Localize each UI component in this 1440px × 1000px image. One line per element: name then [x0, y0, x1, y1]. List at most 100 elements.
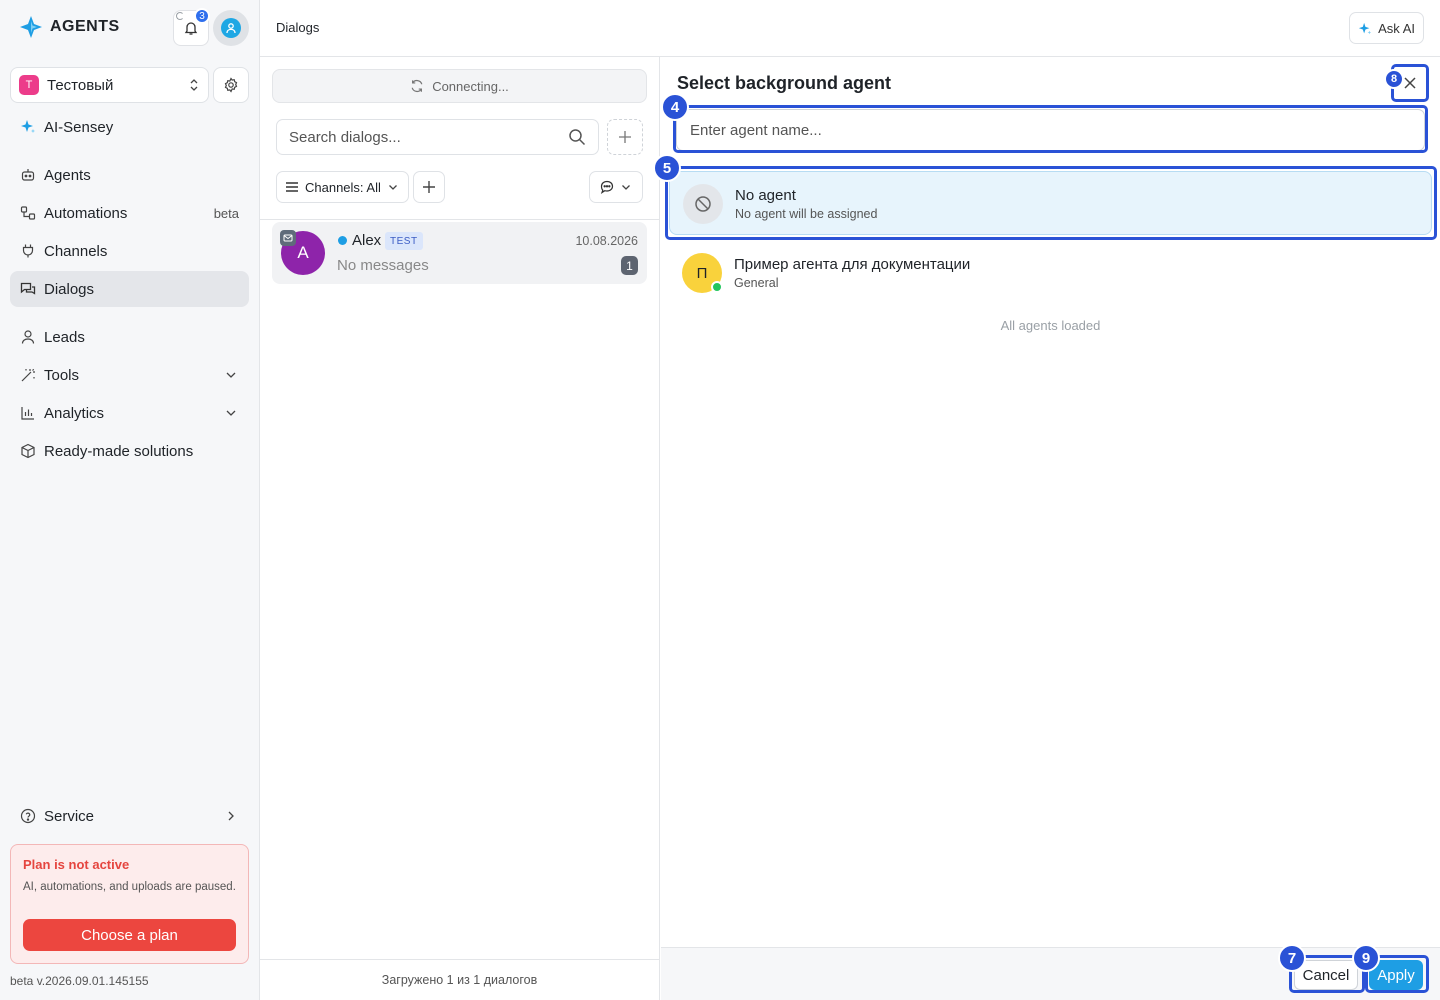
channels-filter-label: Channels: All: [305, 179, 381, 195]
ask-ai-label: Ask AI: [1378, 20, 1415, 36]
agent-avatar-letter: П: [696, 264, 708, 282]
annotation-badge-4: 4: [661, 93, 689, 121]
help-circle-icon: [20, 808, 36, 824]
version-label: beta v.2026.09.01.145155: [10, 974, 149, 988]
agent-option-title: No agent: [735, 187, 796, 204]
page-title: Dialogs: [276, 20, 320, 35]
select-agent-panel: Select background agent No agent No agen…: [661, 57, 1440, 1000]
sidebar-item-ready-made-solutions[interactable]: Ready-made solutions: [10, 433, 249, 469]
agent-option-title: Пример агента для документации: [734, 256, 971, 273]
agent-search-field: [676, 109, 1425, 151]
channels-filter-dropdown[interactable]: Channels: All: [276, 171, 409, 203]
messages-icon: [20, 282, 36, 295]
dialogs-loaded-status: Загружено 1 из 1 диалогов: [260, 959, 659, 1000]
test-tag-badge: TEST: [385, 232, 423, 250]
magic-wand-icon: [21, 368, 35, 382]
gear-icon: [224, 77, 238, 93]
ban-icon: [683, 184, 723, 224]
chevron-down-icon: [226, 372, 236, 378]
contact-name: Alex: [352, 232, 382, 249]
beta-badge: beta: [213, 205, 239, 221]
chevron-down-icon: [622, 185, 630, 190]
chevron-up-down-icon: [190, 79, 198, 91]
ask-ai-button[interactable]: Ask AI: [1349, 12, 1424, 44]
online-status-dot: [338, 236, 347, 245]
agent-option-subtitle: No agent will be assigned: [735, 207, 878, 221]
plus-icon: [423, 181, 435, 193]
annotation-badge-7: 7: [1278, 944, 1306, 972]
chevron-down-icon: [388, 185, 397, 190]
sidebar-item-automations[interactable]: Automations beta: [10, 195, 249, 231]
panel-footer: Cancel Apply: [661, 947, 1440, 1000]
workspace-name: Тестовый: [47, 76, 114, 94]
online-status-dot: [711, 281, 723, 293]
sidebar-item-dialogs[interactable]: Dialogs: [10, 271, 249, 307]
last-message-preview: No messages: [337, 257, 429, 274]
add-channel-button[interactable]: [413, 171, 445, 203]
sidebar-item-channels[interactable]: Channels: [10, 233, 249, 269]
logo-text: AGENTS: [50, 18, 120, 35]
plan-description: AI, automations, and uploads are paused.: [23, 881, 236, 893]
annotation-badge-9: 9: [1352, 944, 1380, 972]
logo[interactable]: AGENTS: [18, 14, 120, 40]
chevron-down-icon: [226, 410, 236, 416]
sidebar-item-label: Service: [44, 807, 95, 825]
sidebar-item-tools[interactable]: Tools: [10, 357, 249, 393]
workspace-settings-button[interactable]: [213, 67, 249, 103]
sidebar-item-ai-sensey[interactable]: AI-Sensey: [10, 109, 249, 145]
refresh-icon: [411, 79, 423, 93]
user-menu-button[interactable]: [213, 10, 249, 46]
dialog-type-filter-dropdown[interactable]: [589, 171, 643, 203]
email-channel-icon: [280, 230, 296, 246]
sidebar-item-label: Analytics: [44, 404, 105, 422]
sidebar-item-leads[interactable]: Leads: [10, 319, 249, 355]
plug-icon: [22, 244, 34, 258]
connection-status-text: Connecting...: [432, 78, 509, 94]
dialog-list-item[interactable]: A Alex TEST 10.08.2026 No messages 1: [272, 222, 647, 284]
logo-star-icon: [20, 16, 42, 38]
notifications-button[interactable]: 3: [173, 8, 210, 46]
connection-status: Connecting...: [272, 69, 647, 103]
sidebar: AGENTS 3 Т Тестовый AI-Sensey Agents Aut…: [0, 0, 260, 1000]
unread-count-badge: 1: [621, 256, 638, 275]
user-icon: [21, 330, 35, 344]
agent-option-subtitle: General: [734, 276, 779, 290]
sparkle-icon: [21, 120, 35, 133]
all-agents-loaded-text: All agents loaded: [1000, 318, 1101, 333]
sidebar-item-label: Automations: [44, 204, 128, 222]
sidebar-item-service[interactable]: Service: [10, 798, 249, 834]
annotation-badge-5: 5: [653, 154, 681, 182]
search-dialogs-field: [276, 119, 599, 155]
sidebar-item-analytics[interactable]: Analytics: [10, 395, 249, 431]
close-icon: [1404, 77, 1416, 89]
workflow-icon: [20, 206, 36, 220]
new-dialog-button[interactable]: [607, 119, 643, 155]
divider: [260, 219, 659, 220]
agent-option-no-agent[interactable]: No agent No agent will be assigned: [669, 171, 1432, 235]
box-icon: [21, 443, 35, 459]
annotation-badge-8: 8: [1384, 69, 1404, 89]
bot-icon: [21, 169, 35, 181]
agent-search-input[interactable]: [690, 121, 1411, 139]
sidebar-item-label: Channels: [44, 242, 108, 260]
sidebar-item-label: Ready-made solutions: [44, 442, 194, 460]
sidebar-item-label: Leads: [44, 328, 85, 346]
plan-inactive-notice: Plan is not active AI, automations, and …: [10, 844, 249, 964]
chat-bubble-icon: [600, 180, 614, 194]
search-dialogs-input[interactable]: [289, 128, 568, 146]
sidebar-item-label: AI-Sensey: [44, 118, 114, 136]
search-icon: [569, 129, 586, 146]
sidebar-item-agents[interactable]: Agents: [10, 157, 249, 193]
sidebar-item-label: Tools: [44, 366, 80, 384]
choose-plan-button[interactable]: Choose a plan: [23, 919, 236, 951]
loading-spinner-icon: [176, 12, 184, 20]
agent-option-documentation-example[interactable]: П Пример агента для документации General: [669, 241, 1432, 305]
sparkle-icon: [1359, 22, 1372, 35]
menu-lines-icon: [286, 182, 298, 192]
plan-title: Plan is not active: [23, 857, 130, 872]
dialogs-list-panel: Connecting... Channels: All A Alex TEST …: [260, 57, 660, 1000]
workspace-selector[interactable]: Т Тестовый: [10, 67, 209, 103]
plus-icon: [619, 131, 631, 143]
user-avatar-icon: [221, 18, 241, 38]
sidebar-item-label: Agents: [44, 166, 91, 184]
